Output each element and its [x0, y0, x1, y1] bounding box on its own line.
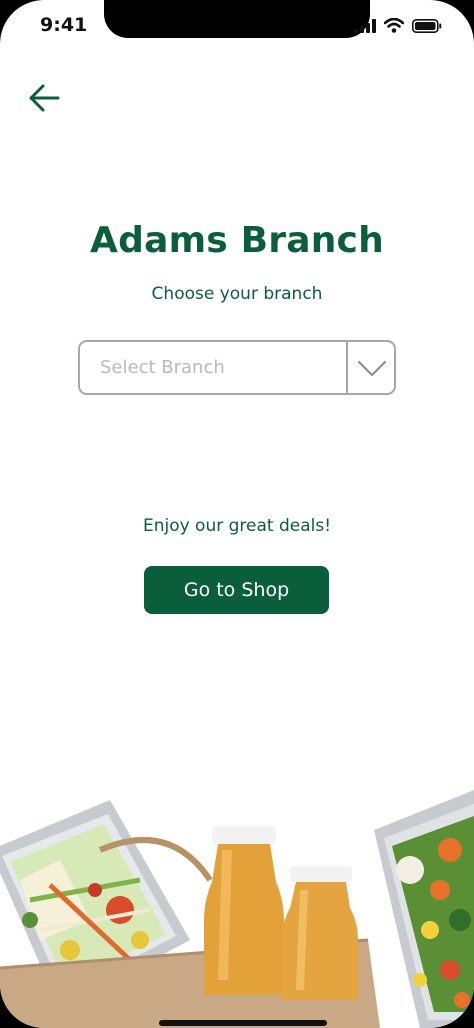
deals-text: Enjoy our great deals!	[142, 516, 332, 536]
status-time: 9:41	[40, 14, 88, 36]
food-bag-image	[0, 790, 474, 1028]
wifi-icon	[384, 18, 404, 33]
battery-icon	[412, 18, 442, 33]
status-icons	[354, 18, 442, 33]
phone-screen: 9:41 Adams Branch Choose your branch Sel…	[0, 0, 474, 1028]
notch	[104, 0, 370, 38]
signal-icon	[354, 18, 376, 33]
juice-bottle-small	[282, 866, 358, 1000]
home-indicator[interactable]	[159, 1020, 327, 1026]
back-button[interactable]	[26, 80, 66, 116]
branch-select[interactable]: Select Branch	[78, 340, 396, 395]
page-subtitle: Choose your branch	[151, 284, 323, 304]
branch-select-placeholder: Select Branch	[100, 357, 225, 378]
arrow-left-icon	[29, 84, 60, 112]
chevron-down-icon[interactable]	[356, 356, 388, 380]
go-to-shop-button[interactable]: Go to Shop	[144, 566, 329, 614]
veggie-tray-right	[374, 790, 474, 1028]
juice-bottle-large	[204, 826, 284, 995]
page-title: Adams Branch	[90, 220, 384, 261]
select-divider	[346, 342, 348, 393]
